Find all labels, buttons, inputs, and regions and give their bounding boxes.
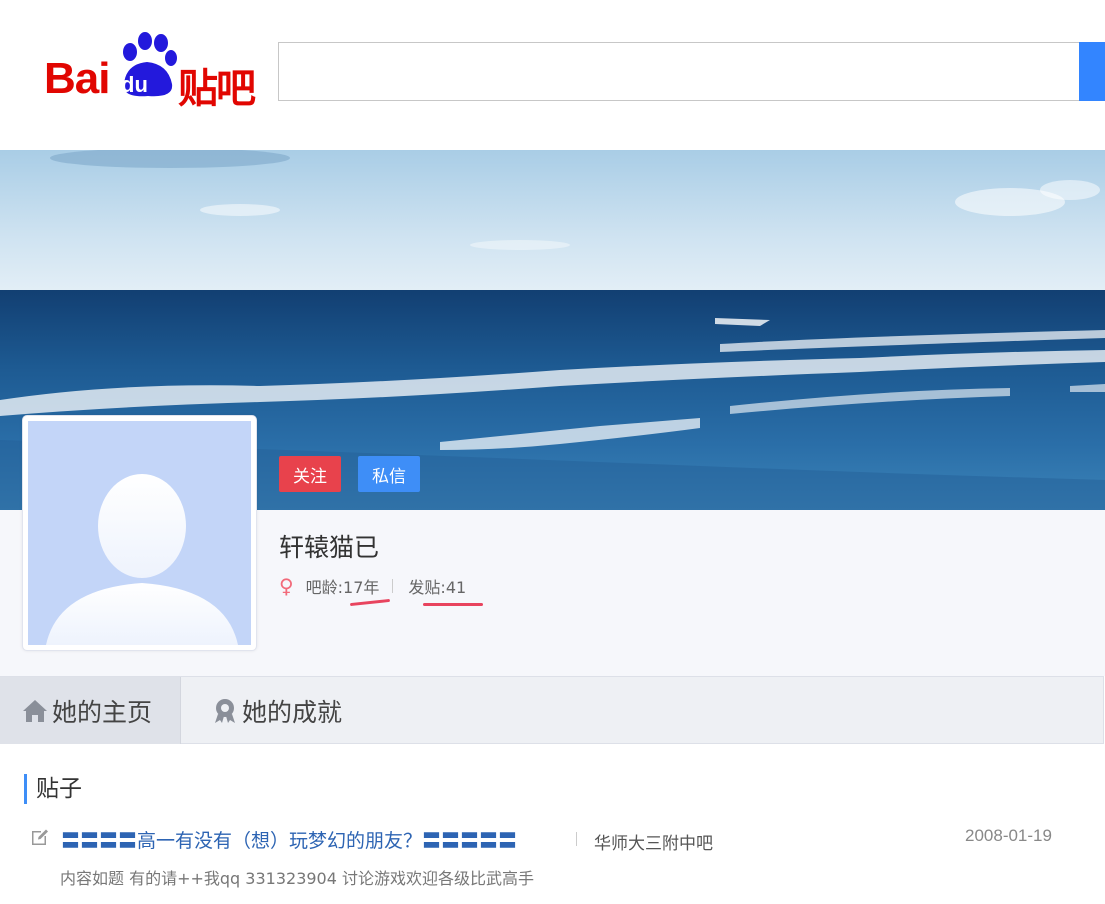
tab-her-homepage[interactable]: 她的主页 <box>0 677 181 744</box>
logo-du-text: du <box>121 72 148 97</box>
tab-her-achievements[interactable]: 她的成就 <box>212 677 342 744</box>
header: Bai du 贴吧 <box>0 0 1105 150</box>
avatar <box>22 415 257 651</box>
tab-label: 她的主页 <box>52 697 153 727</box>
posts-section-title: 贴子 <box>24 774 82 804</box>
follow-button[interactable]: 关注 <box>279 456 341 492</box>
post-excerpt: 内容如题 有的请++我qq 331323904 讨论游戏欢迎各级比武高手 <box>60 869 535 888</box>
edit-icon <box>32 829 48 845</box>
default-avatar-image <box>28 421 251 645</box>
list-item: 〓〓〓〓高一有没有（想）玩梦幻的朋友？〓〓〓〓〓 华师大三附中吧 2008-01… <box>30 818 1080 898</box>
tab-label: 她的成就 <box>242 697 343 727</box>
badge-icon <box>212 698 238 724</box>
post-forum-link[interactable]: 华师大三附中吧 <box>594 829 713 854</box>
user-meta: ♀ 吧龄:17年 发贴:41 <box>279 575 466 597</box>
female-icon: ♀ <box>279 574 294 598</box>
post-divider <box>576 832 577 846</box>
annotation-underline-posts <box>423 603 483 606</box>
logo-tieba-text: 贴吧 <box>178 66 256 112</box>
baidu-tieba-logo[interactable]: Bai du 贴吧 <box>44 32 256 112</box>
user-silhouette-icon <box>46 474 238 645</box>
post-count: 发贴:41 <box>408 578 467 597</box>
post-title-link[interactable]: 〓〓〓〓高一有没有（想）玩梦幻的朋友？〓〓〓〓〓 <box>61 826 517 853</box>
logo-bai-text: Bai <box>44 54 110 103</box>
private-message-button[interactable]: 私信 <box>358 456 420 492</box>
tieba-age: 吧龄:17年 <box>305 578 380 597</box>
search-button[interactable] <box>1079 42 1105 101</box>
post-date: 2008-01-19 <box>965 826 1052 845</box>
username: 轩辕猫已 <box>279 533 380 562</box>
profile-tabs: 她的主页 她的成就 <box>0 676 1104 744</box>
search-input[interactable] <box>278 42 1080 101</box>
home-icon <box>22 699 48 723</box>
meta-divider <box>392 579 394 593</box>
